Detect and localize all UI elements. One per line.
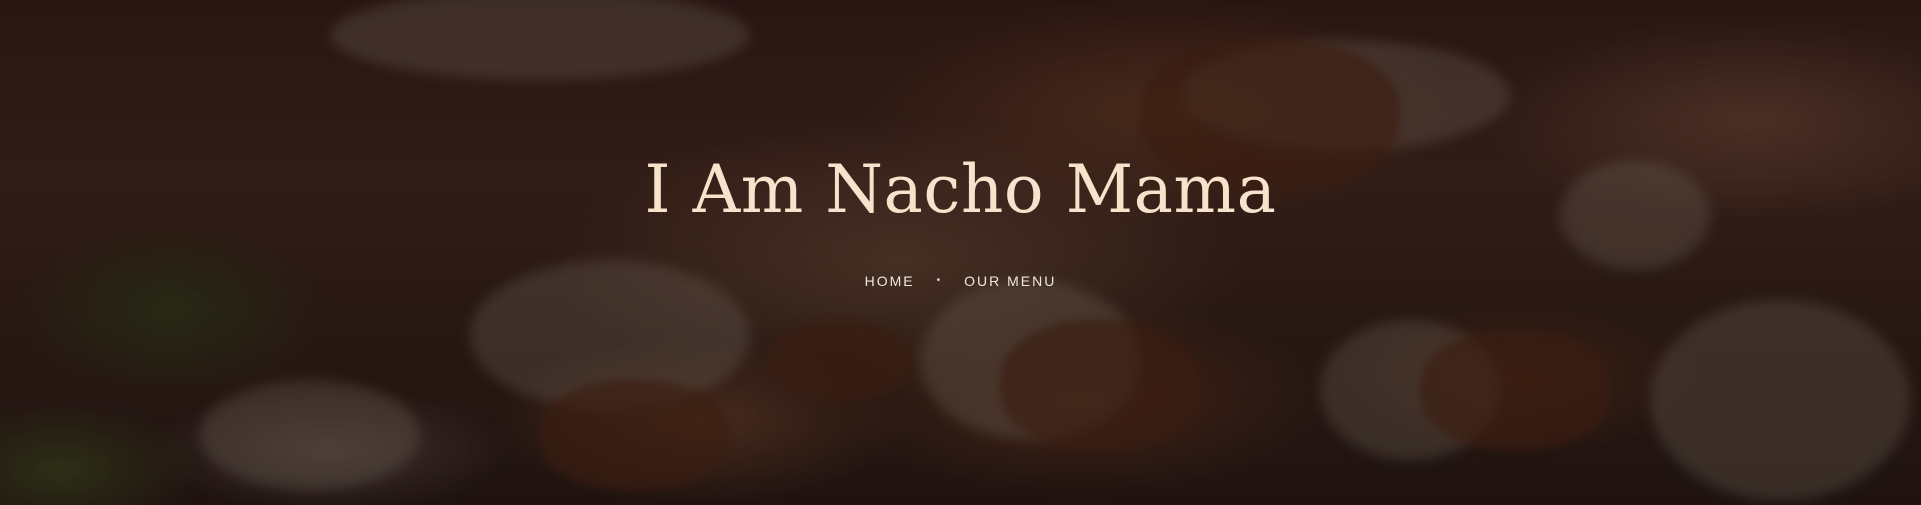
breadcrumb: HOME • OUR MENU	[0, 273, 1921, 289]
breadcrumb-home-link[interactable]: HOME	[865, 273, 915, 289]
page-title: I Am Nacho Mama	[644, 151, 1277, 228]
breadcrumb-current-page: OUR MENU	[964, 273, 1057, 289]
breadcrumb-separator-dot: •	[936, 275, 943, 286]
hero-content: I Am Nacho Mama HOME • OUR MENU	[0, 0, 1921, 505]
hero-banner: I Am Nacho Mama HOME • OUR MENU	[0, 0, 1921, 505]
